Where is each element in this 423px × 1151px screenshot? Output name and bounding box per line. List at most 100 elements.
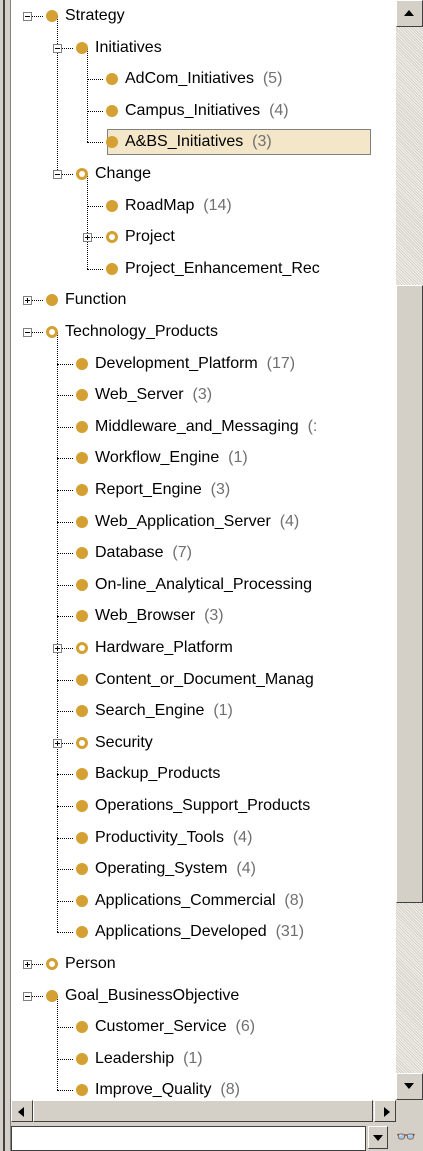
expand-toggle[interactable] (83, 233, 92, 243)
scroll-up-button[interactable] (396, 0, 423, 27)
tree-row[interactable]: Strategy (11, 1, 396, 32)
tree-row[interactable]: Middleware_and_Messaging (: (11, 412, 396, 443)
tree-row[interactable]: Leadership (1) (11, 1044, 396, 1075)
tree-row[interactable]: Goal_BusinessObjective (11, 981, 396, 1012)
tree-row[interactable]: Search_Engine (1) (11, 696, 396, 727)
tree-row[interactable]: Web_Server (3) (11, 380, 396, 411)
tree-node-label[interactable]: Search_Engine (1) (95, 701, 233, 721)
tree-row[interactable]: Applications_Commercial (8) (11, 886, 396, 917)
collapse-toggle[interactable] (53, 170, 62, 179)
vertical-scrollbar[interactable] (396, 0, 423, 1100)
tree-node-label[interactable]: Campus_Initiatives (4) (125, 101, 289, 121)
horizontal-scroll-thumb[interactable] (33, 1100, 373, 1122)
collapse-toggle[interactable] (23, 328, 32, 337)
expand-toggle[interactable] (53, 644, 62, 653)
collapse-toggle[interactable] (23, 12, 32, 21)
expand-toggle[interactable] (23, 296, 32, 306)
tree-row[interactable]: Web_Application_Server (4) (11, 507, 396, 538)
tree-node-label[interactable]: Productivity_Tools (4) (95, 828, 252, 848)
tree-node-label[interactable]: Report_Engine (3) (95, 480, 230, 500)
tree-row[interactable]: Security (11, 728, 396, 759)
tree-row[interactable]: Database (7) (11, 538, 396, 569)
tree-node-label[interactable]: Web_Application_Server (4) (95, 512, 299, 532)
expand-toggle[interactable] (23, 960, 32, 969)
tree-node-label[interactable]: Technology_Products (65, 322, 218, 342)
tree-row[interactable]: Workflow_Engine (1) (11, 443, 396, 474)
tree-row[interactable]: Content_or_Document_Manag (11, 665, 396, 696)
tree-row[interactable]: AdCom_Initiatives (5) (11, 64, 396, 95)
tree-row[interactable]: Initiatives (11, 33, 396, 64)
tree-row[interactable]: Backup_Products (11, 759, 396, 790)
tree-row[interactable]: Operating_System (4) (11, 854, 396, 885)
instance-count: (7) (163, 544, 192, 562)
tree-node-label[interactable]: Backup_Products (95, 764, 220, 784)
tree-node-label[interactable]: Applications_Commercial (8) (95, 891, 304, 911)
tree-node-label[interactable]: Project (125, 227, 175, 247)
node-name: AdCom_Initiatives (125, 70, 254, 88)
tree-row[interactable]: RoadMap (14) (11, 191, 396, 222)
tree-node-label[interactable]: Applications_Developed (31) (95, 922, 304, 942)
tree-row[interactable]: Hardware_Platform (11, 633, 396, 664)
tree-row[interactable]: Customer_Service (6) (11, 1012, 396, 1043)
tree-node-label[interactable]: Workflow_Engine (1) (95, 448, 248, 468)
tree-node-label[interactable]: Goal_BusinessObjective (65, 986, 239, 1006)
tree-row[interactable]: Person (11, 949, 396, 980)
tree-node-label[interactable]: AdCom_Initiatives (5) (125, 69, 282, 89)
tree-row[interactable]: Change (11, 159, 396, 190)
tree-node-label[interactable]: Leadership (1) (95, 1049, 203, 1069)
find-button[interactable]: 👓 (393, 1125, 419, 1151)
tree-node-label[interactable]: On-line_Analytical_Processing (95, 575, 312, 595)
tree-row[interactable]: Project (11, 222, 396, 253)
tree-row[interactable]: Improve_Quality (8) (11, 1075, 396, 1100)
tree-row[interactable]: Operations_Support_Products (11, 791, 396, 822)
class-icon (76, 736, 88, 749)
search-input[interactable] (11, 1126, 366, 1151)
collapse-toggle[interactable] (23, 991, 32, 1001)
tree-node-label[interactable]: Operating_System (4) (95, 859, 256, 879)
scroll-down-button[interactable] (396, 1073, 423, 1100)
tree-node-label[interactable]: Strategy (65, 6, 125, 26)
tree-row[interactable]: Development_Platform (17) (11, 349, 396, 380)
node-name: Leadership (95, 1049, 175, 1067)
tree-row[interactable]: Function (11, 285, 396, 316)
tree-node-label[interactable]: Security (95, 733, 153, 753)
expand-toggle[interactable] (53, 738, 62, 748)
tree-node-label[interactable]: Development_Platform (17) (95, 354, 295, 374)
tree-row[interactable]: Applications_Developed (31) (11, 917, 396, 948)
tree-row[interactable]: A&BS_Initiatives (3) (11, 127, 396, 158)
tree-node-label[interactable]: RoadMap (14) (125, 196, 232, 216)
class-tree[interactable]: Strategy Initiatives AdCom_Initiatives (5)… (11, 0, 396, 1100)
tree-row[interactable]: Campus_Initiatives (4) (11, 96, 396, 127)
search-history-dropdown[interactable] (368, 1126, 388, 1149)
tree-node-label[interactable]: Improve_Quality (8) (95, 1080, 240, 1100)
tree-node-label[interactable]: Customer_Service (6) (95, 1017, 255, 1037)
vertical-scroll-thumb[interactable] (396, 285, 423, 903)
class-icon (76, 673, 88, 686)
tree-row[interactable]: On-line_Analytical_Processing (11, 570, 396, 601)
tree-row[interactable]: Web_Browser (3) (11, 601, 396, 632)
scroll-right-button[interactable] (374, 1100, 396, 1122)
tree-row[interactable]: Productivity_Tools (4) (11, 823, 396, 854)
tree-node-label[interactable]: Initiatives (95, 38, 162, 58)
tree-node-label[interactable]: Database (7) (95, 543, 192, 563)
horizontal-scrollbar[interactable] (11, 1100, 396, 1122)
tree-node-label[interactable]: Person (65, 954, 116, 974)
scroll-left-button[interactable] (11, 1100, 33, 1122)
tree-row[interactable]: Report_Engine (3) (11, 475, 396, 506)
tree-node-label[interactable]: Middleware_and_Messaging (: (95, 417, 317, 437)
tree-node-label[interactable]: Content_or_Document_Manag (95, 670, 314, 690)
tree-node-label[interactable]: A&BS_Initiatives (3) (125, 132, 272, 152)
collapse-toggle[interactable] (53, 43, 62, 53)
tree-node-label[interactable]: Web_Server (3) (95, 385, 212, 405)
tree-row[interactable]: Technology_Products (11, 317, 396, 348)
class-icon (106, 73, 118, 86)
tree-node-label[interactable]: Function (65, 290, 126, 310)
tree-row[interactable]: Project_Enhancement_Rec (11, 254, 396, 285)
tree-node-label[interactable]: Hardware_Platform (95, 638, 233, 658)
tree-connector (57, 711, 73, 713)
tree-node-label[interactable]: Operations_Support_Products (95, 796, 310, 816)
tree-node-label[interactable]: Web_Browser (3) (95, 606, 224, 626)
instance-count: (6) (226, 1018, 256, 1036)
tree-node-label[interactable]: Project_Enhancement_Rec (125, 259, 320, 279)
tree-node-label[interactable]: Change (95, 164, 151, 184)
